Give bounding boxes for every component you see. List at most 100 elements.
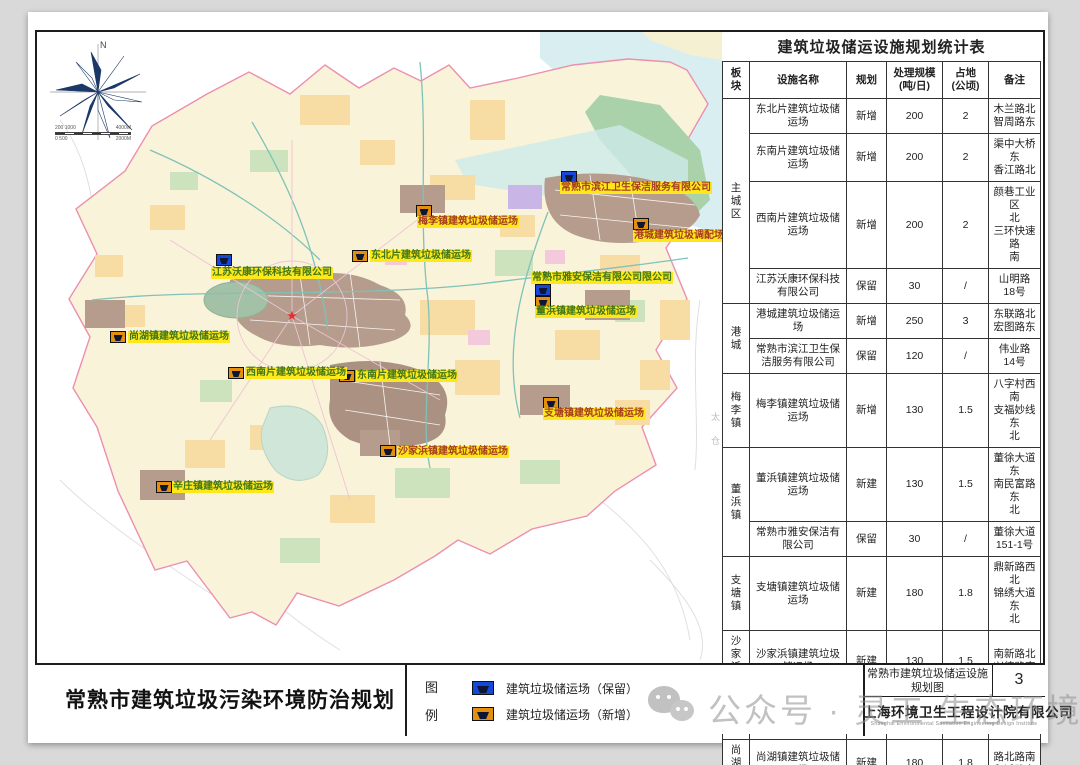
table-cell: / <box>943 269 989 304</box>
table-cell: 尚湖镇建筑垃圾储运场 <box>750 740 847 765</box>
table-cell: 新建 <box>847 740 887 765</box>
table-cell: 颜巷工业区 北 三环快速路 南 <box>989 182 1041 269</box>
table-row: 江苏沃康环保科技有限公司保留30/山明路 18号 <box>723 269 1041 304</box>
table-cell: 2 <box>943 182 989 269</box>
table-cell: 鼎新路西北 锦绣大道东 北 <box>989 557 1041 631</box>
block-cell: 主城区 <box>723 99 750 304</box>
scale-bar-graphic <box>55 132 131 135</box>
block-cell: 尚湖镇 <box>723 740 750 765</box>
table-cell: 180 <box>887 557 943 631</box>
block-cell: 董浜镇 <box>723 448 750 557</box>
footer-strip: 常熟市建筑垃圾污染环境防治规划 图 例 建筑垃圾储运场（保留） 建筑垃圾储运场（新… <box>35 663 1045 734</box>
legend-marker-keep-icon <box>472 681 494 695</box>
table-cell: 保留 <box>847 339 887 374</box>
table-cell: / <box>943 522 989 557</box>
table-cell: 江苏沃康环保科技有限公司 <box>750 269 847 304</box>
company-name: 上海环境卫生工程设计院有限公司 <box>863 701 1045 721</box>
table-cell: 200 <box>887 182 943 269</box>
table-row: 西南片建筑垃圾储运场新增2002颜巷工业区 北 三环快速路 南 <box>723 182 1041 269</box>
drawing-main-title: 常熟市建筑垃圾污染环境防治规划 <box>65 665 405 736</box>
table-cell: 200 <box>887 99 943 134</box>
stats-table-title: 建筑垃圾储运设施规划统计表 <box>722 33 1041 61</box>
table-cell: 1.5 <box>943 448 989 522</box>
table-cell: 梅李镇建筑垃圾储运场 <box>750 374 847 448</box>
table-cell: 木兰路北 智周路东 <box>989 99 1041 134</box>
table-header-cell: 占地 (公顷) <box>943 62 989 99</box>
legend-heading: 图 例 <box>425 665 445 736</box>
footer-divider <box>405 665 407 736</box>
table-cell: 港城建筑垃圾储运场 <box>750 304 847 339</box>
block-cell: 梅李镇 <box>723 374 750 448</box>
table-row: 常熟市雅安保洁有限公司保留30/董徐大道 151-1号 <box>723 522 1041 557</box>
table-cell: 新增 <box>847 304 887 339</box>
table-cell: 130 <box>887 374 943 448</box>
table-cell: 1.8 <box>943 557 989 631</box>
table-header-cell: 板块 <box>723 62 750 99</box>
legend-item: 建筑垃圾储运场（保留） <box>472 675 638 701</box>
legend-marker-new-icon <box>472 707 494 721</box>
table-cell: 新增 <box>847 374 887 448</box>
block-cell: 支塘镇 <box>723 557 750 631</box>
legend-items: 建筑垃圾储运场（保留） 建筑垃圾储运场（新增） <box>472 675 638 727</box>
table-header-cell: 规划 <box>847 62 887 99</box>
compass-north-label: N <box>100 40 107 50</box>
table-header-row: 板块设施名称规划处理规模 (吨/日)占地 (公顷)备注 <box>723 62 1041 99</box>
table-header-cell: 备注 <box>989 62 1041 99</box>
table-cell: 3 <box>943 304 989 339</box>
table-row: 梅李镇梅李镇建筑垃圾储运场新增1301.5八字村西南 支福妙线东 北 <box>723 374 1041 448</box>
table-row: 东南片建筑垃圾储运场新增2002渠中大桥东 香江路北 <box>723 134 1041 182</box>
table-cell: 30 <box>887 269 943 304</box>
table-cell: / <box>943 339 989 374</box>
table-cell: 新建 <box>847 557 887 631</box>
table-cell: 120 <box>887 339 943 374</box>
table-cell: 董徐大道 151-1号 <box>989 522 1041 557</box>
table-cell: 山明路 18号 <box>989 269 1041 304</box>
legend-item-label: 建筑垃圾储运场（保留） <box>506 680 638 697</box>
table-header-cell: 处理规模 (吨/日) <box>887 62 943 99</box>
company-name-en: Shanghai Environmental Sanitation Engine… <box>863 721 1045 727</box>
table-cell: 1.5 <box>943 374 989 448</box>
table-cell: 渠中大桥东 香江路北 <box>989 134 1041 182</box>
table-row: 主城区东北片建筑垃圾储运场新增2002木兰路北 智周路东 <box>723 99 1041 134</box>
table-cell: 2 <box>943 134 989 182</box>
table-cell: 新增 <box>847 99 887 134</box>
table-cell: 保留 <box>847 522 887 557</box>
scale-label-bottom-right: 2000M <box>116 136 131 142</box>
table-cell: 常熟市滨江卫生保洁服务有限公司 <box>750 339 847 374</box>
table-cell: 130 <box>887 448 943 522</box>
titleblock-drawing-name: 常熟市建筑垃圾储运设施规划图 <box>863 665 992 697</box>
table-cell: 路北路南 永诚路东 <box>989 740 1041 765</box>
titleblock-page-number: 3 <box>992 665 1045 697</box>
table-cell: 1.8 <box>943 740 989 765</box>
legend-char-1: 图 <box>425 677 445 696</box>
table-cell: 30 <box>887 522 943 557</box>
legend-char-2: 例 <box>425 705 445 724</box>
table-cell: 新增 <box>847 182 887 269</box>
scale-label-top-right: 4000M <box>116 125 131 131</box>
table-cell: 200 <box>887 134 943 182</box>
table-cell: 东南片建筑垃圾储运场 <box>750 134 847 182</box>
table-cell: 八字村西南 支福妙线东 北 <box>989 374 1041 448</box>
table-cell: 180 <box>887 740 943 765</box>
table-cell: 新建 <box>847 448 887 522</box>
scale-label-top-left: 200 1000 <box>55 125 76 131</box>
table-row: 支塘镇支塘镇建筑垃圾储运场新建1801.8鼎新路西北 锦绣大道东 北 <box>723 557 1041 631</box>
titleblock-company: 上海环境卫生工程设计院有限公司 Shanghai Environmental S… <box>863 698 1045 736</box>
table-cell: 支塘镇建筑垃圾储运场 <box>750 557 847 631</box>
table-cell: 伟业路 14号 <box>989 339 1041 374</box>
scale-bar: 200 1000 4000M 0 500 2000M <box>55 125 131 142</box>
table-cell: 2 <box>943 99 989 134</box>
table-row: 尚湖镇尚湖镇建筑垃圾储运场新建1801.8路北路南 永诚路东 <box>723 740 1041 765</box>
table-cell: 西南片建筑垃圾储运场 <box>750 182 847 269</box>
table-cell: 新增 <box>847 134 887 182</box>
legend-item: 建筑垃圾储运场（新增） <box>472 701 638 727</box>
table-cell: 董徐大道东 南民富路东 北 <box>989 448 1041 522</box>
facility-stats-table: 板块设施名称规划处理规模 (吨/日)占地 (公顷)备注主城区东北片建筑垃圾储运场… <box>722 61 1041 765</box>
table-row: 董浜镇董浜镇建筑垃圾储运场新建1301.5董徐大道东 南民富路东 北 <box>723 448 1041 522</box>
table-cell: 董浜镇建筑垃圾储运场 <box>750 448 847 522</box>
table-cell: 常熟市雅安保洁有限公司 <box>750 522 847 557</box>
legend-item-label: 建筑垃圾储运场（新增） <box>506 706 638 723</box>
screenshot-root: N 200 1000 4000M 0 500 <box>0 0 1080 765</box>
table-cell: 250 <box>887 304 943 339</box>
table-row: 常熟市滨江卫生保洁服务有限公司保留120/伟业路 14号 <box>723 339 1041 374</box>
